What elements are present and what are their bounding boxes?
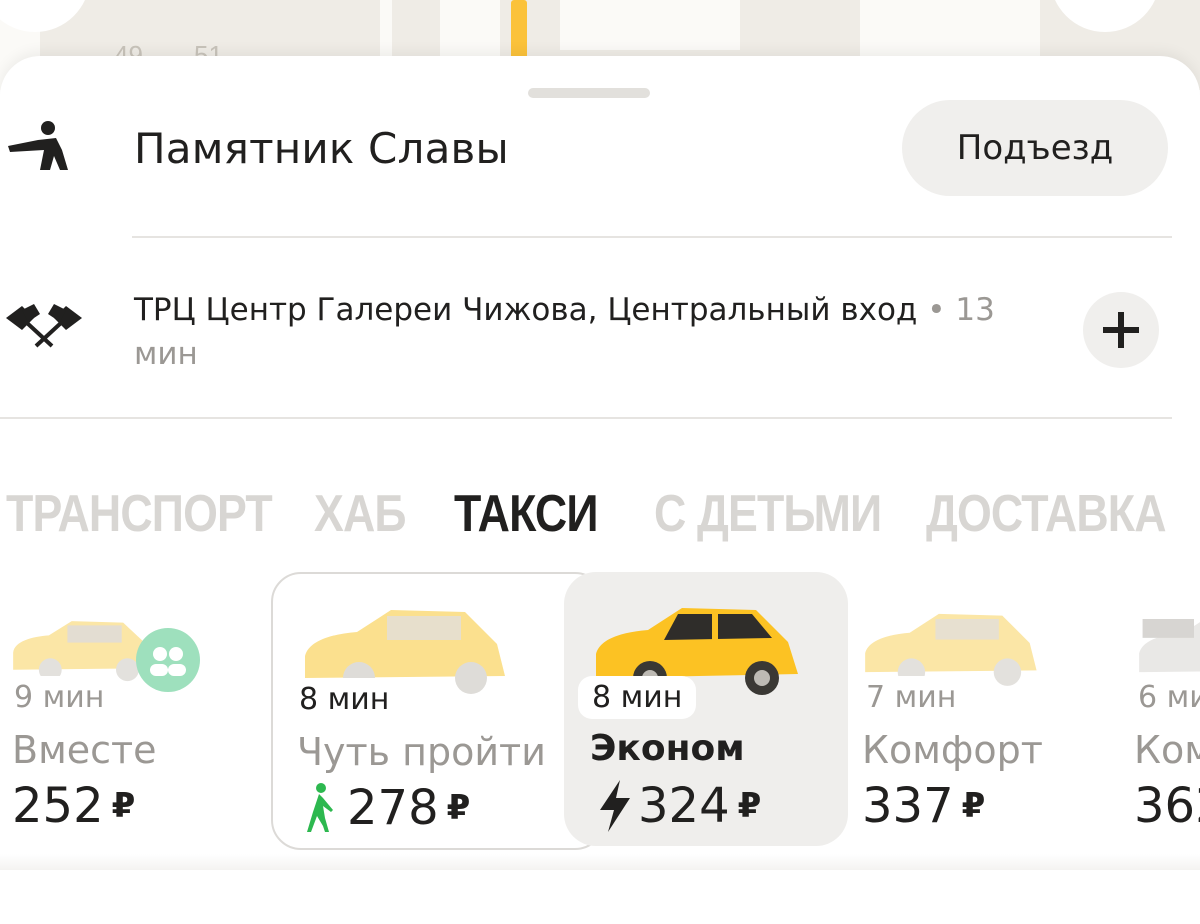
tariff-carousel[interactable]: 9 мин Вместе 252 ₽ 8 мин Чуть пройти 278 ₽ <box>0 572 1200 872</box>
tariff-name: Комфорт <box>862 728 1043 772</box>
map-button-left[interactable] <box>0 0 90 32</box>
tariff-name: Комфорт+ <box>1134 728 1200 772</box>
currency-sign: ₽ <box>961 786 986 826</box>
tariff-card-walk[interactable]: 8 мин Чуть пройти 278 ₽ <box>271 572 605 850</box>
tariff-price-value: 278 <box>347 780 439 836</box>
pickup-address[interactable]: Памятник Славы <box>134 124 509 173</box>
tariff-price-value: 337 <box>862 778 954 834</box>
add-stop-button[interactable] <box>1083 292 1159 368</box>
route-line <box>511 0 527 60</box>
lightning-icon <box>600 780 630 832</box>
divider <box>132 236 1172 238</box>
tariff-price: 337 ₽ <box>862 778 985 834</box>
tab-taxi[interactable]: ТАКСИ <box>454 484 599 544</box>
tab-kids[interactable]: С ДЕТЬМИ <box>654 484 882 544</box>
tariff-card-together[interactable]: 9 мин Вместе 252 ₽ <box>0 572 262 846</box>
currency-sign: ₽ <box>737 786 762 826</box>
tariff-eta: 6 мин <box>1124 676 1200 719</box>
tariff-price-value: 252 <box>12 778 104 834</box>
tariff-price-value: 362 <box>1134 778 1200 834</box>
finish-flags-icon <box>6 304 82 348</box>
sheet-bottom-edge <box>0 854 1200 870</box>
tariff-eta: 7 мин <box>852 676 971 719</box>
map-button-right[interactable] <box>1050 0 1160 32</box>
divider <box>0 417 1172 419</box>
tariff-name: Вместе <box>12 728 157 772</box>
tariff-price: 324 ₽ <box>598 778 761 834</box>
tariff-eta: 9 мин <box>0 676 119 719</box>
share-people-icon <box>136 628 200 692</box>
tariff-card-comfort[interactable]: 7 мин Комфорт 337 ₽ <box>852 572 1122 846</box>
tariff-name: Чуть пройти <box>297 730 546 774</box>
pickup-person-icon <box>8 121 68 170</box>
service-tabs: ТРАНСПОРТ ХАБ ТАКСИ С ДЕТЬМИ ДОСТАВКА <box>0 484 1200 548</box>
tariff-price: 362₽ <box>1134 778 1200 834</box>
entrance-button[interactable]: Подъезд <box>902 100 1168 196</box>
currency-sign: ₽ <box>111 786 136 826</box>
sheet-grabber[interactable] <box>528 88 650 98</box>
tariff-name: Эконом <box>590 728 745 769</box>
tariff-card-comfort-plus[interactable]: 6 мин Комфорт+ 362₽ <box>1124 572 1200 846</box>
tab-transport[interactable]: ТРАНСПОРТ <box>6 484 273 544</box>
tariff-price-value: 324 <box>638 778 730 834</box>
currency-sign: ₽ <box>446 788 471 828</box>
tariff-price: 278 ₽ <box>301 780 470 836</box>
tariff-eta: 8 мин <box>285 678 404 721</box>
destination-name: ТРЦ Центр Галереи Чижова, Центральный вх… <box>134 292 918 328</box>
tariff-card-econom[interactable]: 8 мин Эконом 324 ₽ <box>564 572 848 846</box>
tariff-eta: 8 мин <box>578 676 697 719</box>
plus-icon <box>1103 312 1139 348</box>
tab-delivery[interactable]: ДОСТАВКА <box>926 484 1166 544</box>
tariff-price: 252 ₽ <box>12 778 135 834</box>
destination-address[interactable]: ТРЦ Центр Галереи Чижова, Центральный вх… <box>134 288 1034 376</box>
walk-icon <box>307 783 333 832</box>
tab-hub[interactable]: ХАБ <box>314 484 407 544</box>
